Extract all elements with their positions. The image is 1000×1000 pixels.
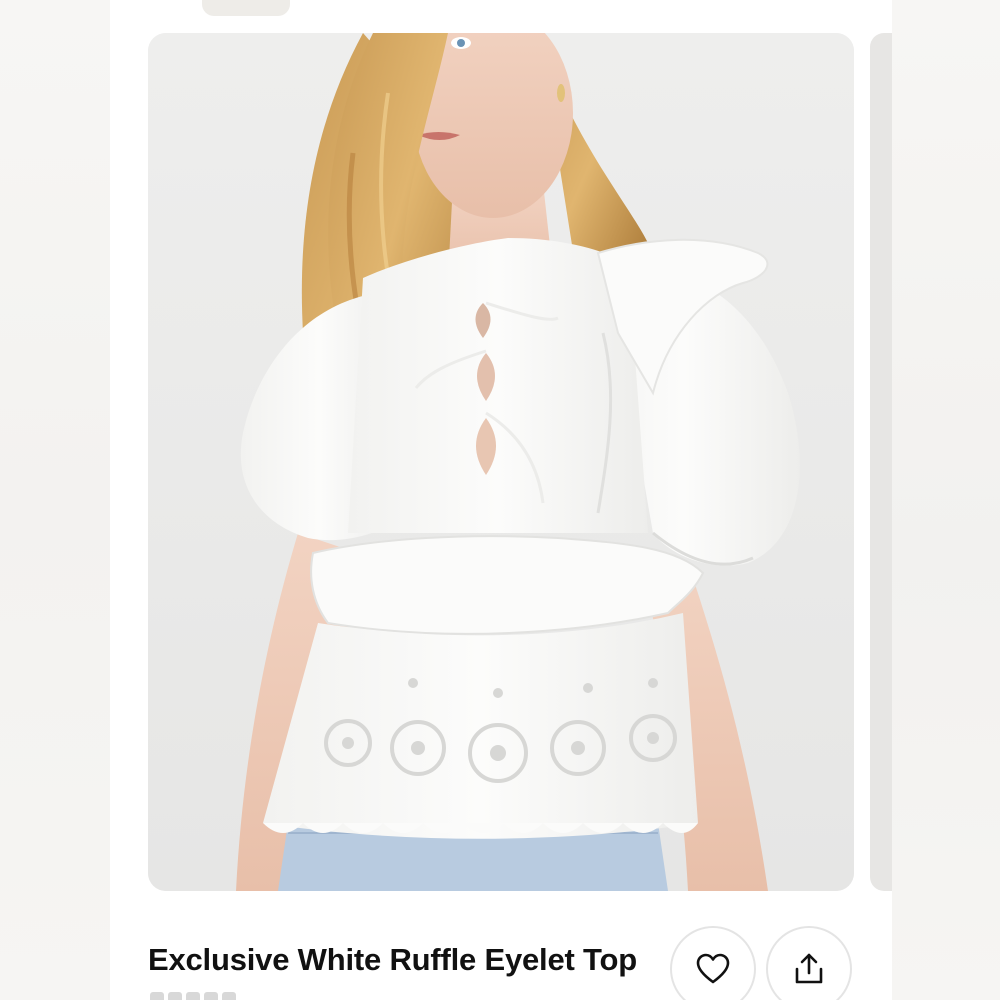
product-screen: Exclusive White Ruffle Eyelet Top	[110, 0, 892, 1000]
share-button[interactable]	[766, 926, 852, 1000]
rating-stars-cutoff	[150, 992, 236, 1000]
star-icon	[186, 992, 200, 1000]
top-chip[interactable]	[202, 0, 290, 16]
product-photo-illustration	[148, 33, 854, 891]
star-icon	[204, 992, 218, 1000]
product-title: Exclusive White Ruffle Eyelet Top	[148, 942, 637, 977]
next-image-peek[interactable]	[870, 33, 892, 891]
star-icon	[168, 992, 182, 1000]
favorite-button[interactable]	[670, 926, 756, 1000]
product-image[interactable]	[148, 33, 854, 891]
right-blur-gutter	[892, 0, 1000, 1000]
star-icon	[222, 992, 236, 1000]
share-upload-icon	[795, 953, 823, 984]
left-blur-gutter	[0, 0, 110, 1000]
heart-icon	[696, 953, 730, 984]
star-icon	[150, 992, 164, 1000]
